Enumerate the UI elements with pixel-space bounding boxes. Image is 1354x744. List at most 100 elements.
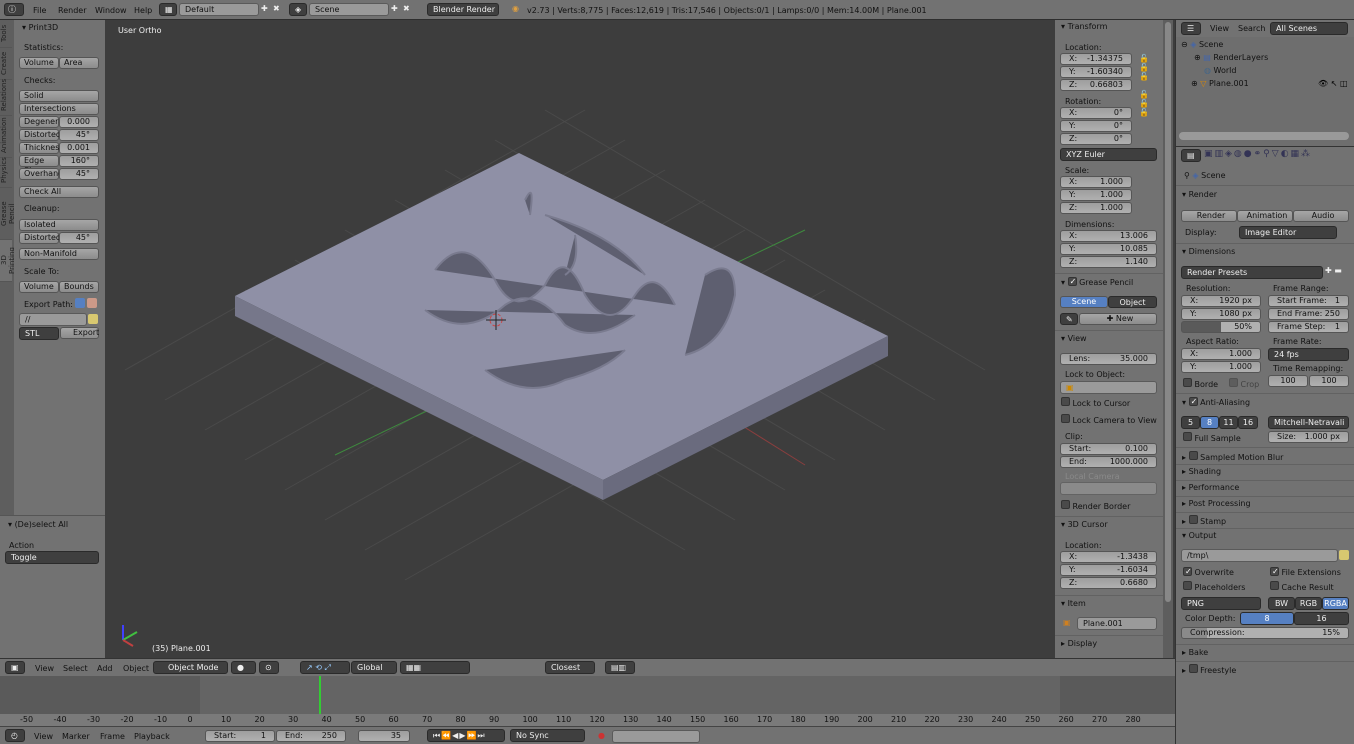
bake-header[interactable]: ▸ Bake <box>1182 648 1208 657</box>
scale-volume-button[interactable]: Volume <box>19 281 59 293</box>
file-format-select[interactable]: PNG <box>1181 597 1261 610</box>
output-path-input[interactable]: /tmp\ <box>1181 549 1338 562</box>
volume-button[interactable]: Volume <box>19 57 59 69</box>
add-layout-icon[interactable]: ✚ <box>261 4 268 13</box>
item-name-input[interactable]: Plane.001 <box>1077 617 1157 630</box>
timeline-area[interactable] <box>0 676 1175 714</box>
keying-set-field[interactable] <box>612 730 700 743</box>
outliner-view-menu[interactable]: View <box>1210 24 1229 33</box>
edge-sharp-button[interactable]: Edge Shar <box>19 155 59 175</box>
motion-blur-header[interactable]: ▸ Sampled Motion Blur <box>1182 451 1283 462</box>
dimension-z[interactable]: Z: 1.140 <box>1060 256 1157 268</box>
display-select[interactable]: Image Editor <box>1239 226 1337 239</box>
crop-checkbox[interactable]: Crop <box>1229 378 1259 389</box>
aspect-y[interactable]: Y: 1.000 <box>1181 361 1261 373</box>
current-frame-indicator[interactable] <box>319 676 321 714</box>
v3d-add-menu[interactable]: Add <box>97 664 113 673</box>
start-frame-field[interactable]: Start Frame: 1 <box>1268 295 1349 307</box>
outliner-item-plane[interactable]: ⊕ ▽ Plane.001 <box>1191 79 1249 88</box>
location-z[interactable]: Z: 0.66803 <box>1060 79 1132 91</box>
new-grease-button[interactable]: ✚ New <box>1079 313 1157 325</box>
scene-icon[interactable]: ◈ <box>289 3 307 16</box>
clip-end[interactable]: End: 1000.000 <box>1060 456 1157 468</box>
output-folder-icon[interactable] <box>1339 550 1349 560</box>
clip-start[interactable]: Start: 0.100 <box>1060 443 1157 455</box>
file-extensions-checkbox[interactable]: File Extensions <box>1270 567 1341 577</box>
timeline-ruler[interactable]: -50 -40 -30 -20 -10 0 10 20 30 40 50 60 70 80 90 100 110… <box>0 714 1175 726</box>
folder-icon[interactable] <box>88 314 98 324</box>
compression-slider[interactable]: Compression: 15% <box>1181 627 1349 639</box>
tab-grease-pencil[interactable]: Grease Pencil <box>0 188 16 240</box>
export-path-input[interactable]: // <box>19 313 87 326</box>
resolution-x[interactable]: X: 1920 px <box>1181 295 1261 307</box>
animation-button[interactable]: Animation <box>1237 210 1293 222</box>
orientation-select[interactable]: Global <box>351 661 397 674</box>
timeline-marker-menu[interactable]: Marker <box>62 732 90 741</box>
item-header[interactable]: ▾ Item <box>1061 599 1086 608</box>
cursor-z[interactable]: Z: 0.6680 <box>1060 577 1157 589</box>
remove-layout-icon[interactable]: ✖ <box>273 4 280 13</box>
current-frame-field[interactable]: 35 <box>358 730 410 742</box>
context-tabs[interactable]: ▣▥◈◍●⚭⚲▽◐▦⁂ <box>1204 149 1312 159</box>
file-browse-icon[interactable] <box>87 298 97 308</box>
aspect-x[interactable]: X: 1.000 <box>1181 348 1261 360</box>
print3d-header[interactable]: ▾ Print3D <box>22 23 58 32</box>
scale-bounds-button[interactable]: Bounds <box>59 281 99 293</box>
display-header[interactable]: ▸ Display <box>1061 639 1097 648</box>
shading-select[interactable]: ● <box>231 661 256 674</box>
cache-result-checkbox[interactable]: Cache Result <box>1270 581 1334 592</box>
full-sample-checkbox[interactable]: Full Sample <box>1183 432 1241 443</box>
export-button[interactable]: Export <box>60 327 99 339</box>
transform-header[interactable]: ▾ Transform <box>1061 22 1107 31</box>
grease-scene-tab[interactable]: Scene <box>1060 296 1108 308</box>
editor-type-icon[interactable]: ▣ <box>5 661 25 674</box>
grease-object-tab[interactable]: Object <box>1108 296 1157 308</box>
format-select[interactable]: STL <box>19 327 59 340</box>
distorted-value[interactable]: 45° <box>59 129 99 141</box>
scale-z[interactable]: Z: 1.000 <box>1060 202 1132 214</box>
layout-field[interactable]: Default <box>179 3 259 16</box>
outliner-search-menu[interactable]: Search <box>1238 24 1265 33</box>
overwrite-checkbox[interactable]: Overwrite <box>1183 567 1234 577</box>
timeline-editor-icon[interactable]: ◴ <box>5 729 25 742</box>
shading-header[interactable]: ▸ Shading <box>1182 467 1221 476</box>
aa-samples-16[interactable]: 16 <box>1238 416 1258 429</box>
rotation-y[interactable]: Y: 0° <box>1060 120 1132 132</box>
overhang-value[interactable]: 45° <box>59 168 99 180</box>
dimension-y[interactable]: Y: 10.085 <box>1060 243 1157 255</box>
border-checkbox[interactable]: Borde <box>1183 378 1218 389</box>
v3d-object-menu[interactable]: Object <box>123 664 149 673</box>
pencil-icon[interactable]: ✎ <box>1060 313 1078 325</box>
tab-physics[interactable]: Physics <box>0 157 12 188</box>
location-y[interactable]: Y: -1.60340 <box>1060 66 1132 78</box>
distorted-button[interactable]: Distorted <box>19 129 61 141</box>
solid-button[interactable]: Solid <box>19 90 99 102</box>
add-scene-icon[interactable]: ✚ <box>391 4 398 13</box>
intersections-button[interactable]: Intersections <box>19 103 99 115</box>
check-all-button[interactable]: Check All <box>19 186 99 198</box>
remap-old-field[interactable]: 100 <box>1268 375 1308 387</box>
rotation-x[interactable]: X: 0° <box>1060 107 1132 119</box>
dimension-x[interactable]: X: 13.006 <box>1060 230 1157 242</box>
mode-select[interactable]: Object Mode <box>153 661 228 674</box>
layout-icon[interactable]: ▦ <box>159 3 177 16</box>
thickness-value[interactable]: 0.001 <box>59 142 99 154</box>
3d-viewport[interactable]: User Ortho (35) Plane.001 <box>105 20 1055 658</box>
timeline-frame-menu[interactable]: Frame <box>100 732 125 741</box>
tab-3d-printing[interactable]: 3D Printing <box>0 240 16 282</box>
audio-button[interactable]: Audio <box>1293 210 1349 222</box>
v3d-select-menu[interactable]: Select <box>63 664 88 673</box>
info-editor-button[interactable]: ⓘ <box>4 3 24 16</box>
render-button[interactable]: Render <box>1181 210 1237 222</box>
color-rgb-button[interactable]: RGB <box>1295 597 1322 610</box>
end-frame[interactable]: End: 250 <box>276 730 346 742</box>
action-select[interactable]: Toggle <box>5 551 99 564</box>
record-icon[interactable]: ● <box>598 731 605 740</box>
overhang-button[interactable]: Overhang <box>19 168 63 180</box>
color-rgba-button[interactable]: RGBA <box>1322 597 1349 610</box>
color-depth-8[interactable]: 8 <box>1240 612 1294 625</box>
resolution-percentage-slider[interactable]: 50% <box>1181 321 1261 333</box>
aa-filter-select[interactable]: Mitchell-Netravali <box>1268 416 1349 429</box>
manipulator-icons[interactable]: ↗ ⟲ ⤢ <box>300 661 350 674</box>
scale-x[interactable]: X: 1.000 <box>1060 176 1132 188</box>
